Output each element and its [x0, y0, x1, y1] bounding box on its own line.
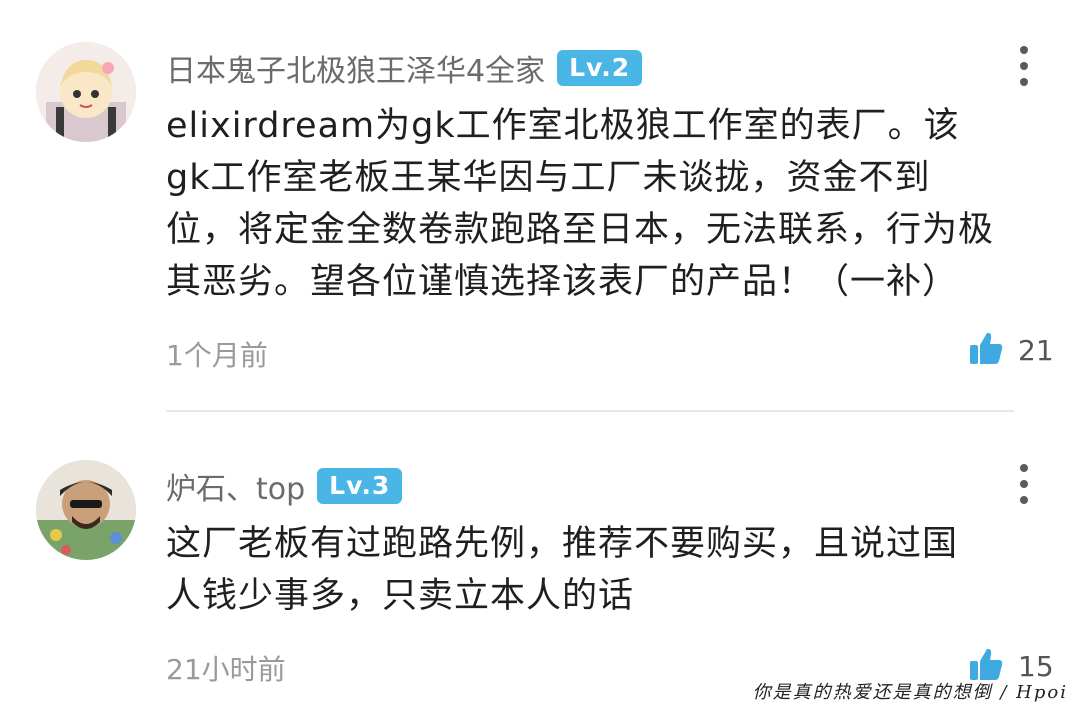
more-dot-icon [1020, 78, 1028, 86]
comment-text: elixirdream为gk工作室北极狼工作室的表厂。该 gk工作室老板王某华因… [166, 100, 1026, 308]
comment-line: 人钱少事多，只卖立本人的话 [166, 576, 635, 616]
username-row: 日本鬼子北极狼王泽华4全家 Lv.2 [166, 46, 643, 90]
like-button[interactable]: 21 [968, 330, 1054, 370]
watermark: 你是真的热爱还是真的想倒 / Hpoi [752, 682, 1068, 703]
comment-line: elixirdream为gk工作室北极狼工作室的表厂。该 [166, 106, 960, 146]
thumbs-up-icon [968, 330, 1004, 370]
like-count: 21 [1018, 333, 1054, 367]
more-dot-icon [1020, 496, 1028, 504]
more-dot-icon [1020, 62, 1028, 70]
comment-line: gk工作室老板王某华因与工厂未谈拢，资金不到 [166, 158, 931, 198]
more-dot-icon [1020, 46, 1028, 54]
comment-line: 其恶劣。望各位谨慎选择该表厂的产品！（一补） [166, 262, 959, 302]
comment-time: 21小时前 [166, 653, 286, 686]
more-options-button[interactable] [1012, 46, 1036, 86]
level-badge: Lv.3 [317, 468, 403, 504]
comment-text: 这厂老板有过跑路先例，推荐不要购买，且说过国 人钱少事多，只卖立本人的话 [166, 518, 1026, 622]
username-row: 炉石、top Lv.3 [166, 464, 403, 508]
level-badge: Lv.2 [557, 50, 643, 86]
username[interactable]: 日本鬼子北极狼王泽华4全家 [166, 46, 545, 90]
avatar[interactable] [36, 42, 136, 142]
avatar[interactable] [36, 460, 136, 560]
username[interactable]: 炉石、top [166, 464, 305, 508]
more-dot-icon [1020, 480, 1028, 488]
comment-line: 位，将定金全数卷款跑路至日本，无法联系，行为极 [166, 210, 995, 250]
comment-time: 1个月前 [166, 339, 268, 372]
more-dot-icon [1020, 464, 1028, 472]
more-options-button[interactable] [1012, 464, 1036, 504]
comment-line: 这厂老板有过跑路先例，推荐不要购买，且说过国 [166, 524, 959, 564]
divider [166, 410, 1014, 412]
